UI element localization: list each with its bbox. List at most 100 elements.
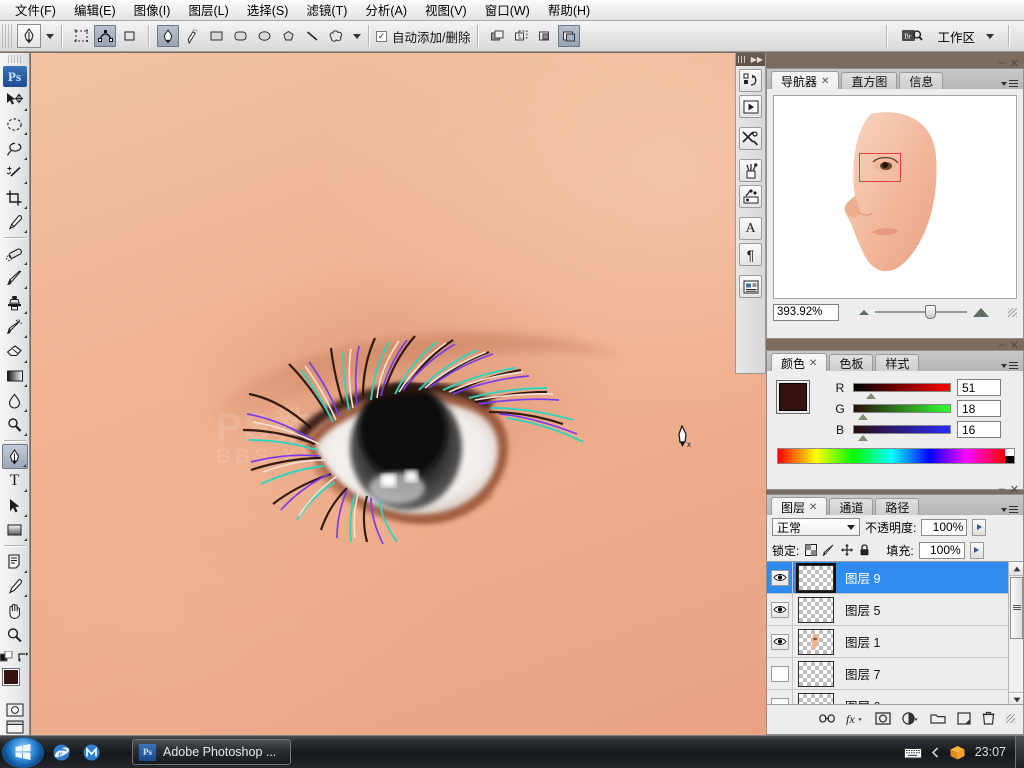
tool-history-brush[interactable] (2, 315, 28, 340)
menu-filter[interactable]: 滤镜(T) (297, 0, 356, 22)
show-desktop-button[interactable] (1015, 735, 1024, 768)
tab-info[interactable]: 信息 (899, 72, 944, 89)
table-row[interactable]: 图层 5 (767, 593, 1023, 626)
layer-thumbnail-cell[interactable] (793, 660, 839, 687)
lock-image-pixels-icon[interactable] (822, 544, 835, 557)
green-value-field[interactable]: 18 (957, 400, 1001, 417)
clone-source-panel-button[interactable] (739, 185, 762, 208)
minimize-icon[interactable]: – (999, 339, 1005, 352)
layer-thumbnail-cell[interactable] (793, 628, 839, 655)
minimize-icon[interactable]: – (999, 57, 1005, 70)
menu-view[interactable]: 视图(V) (416, 0, 476, 22)
tool-clone-stamp[interactable] (2, 290, 28, 315)
dock-header[interactable]: ▶▶ (736, 53, 765, 66)
tool-brush[interactable] (2, 266, 28, 291)
current-tool-preset-picker[interactable] (17, 24, 41, 48)
eye-icon-hidden[interactable] (770, 697, 789, 704)
auto-add-delete-checkbox[interactable]: ✓ 自动添加/删除 (376, 27, 470, 46)
close-icon[interactable]: ✕ (809, 358, 817, 369)
fill-field[interactable]: 100% (918, 541, 965, 559)
character-panel-button[interactable]: A (739, 217, 762, 240)
layer-thumbnail[interactable] (796, 562, 836, 593)
close-icon[interactable]: ✕ (809, 502, 817, 513)
quick-launch-maxthon[interactable] (78, 739, 104, 765)
layer-thumbnail-cell[interactable] (793, 596, 839, 623)
layer-visibility-cell[interactable] (767, 625, 793, 658)
keyboard-layout-icon[interactable] (903, 746, 922, 759)
menu-select[interactable]: 选择(S) (238, 0, 298, 22)
options-bar-grip[interactable] (2, 24, 14, 48)
tab-swatches[interactable]: 色板 (829, 354, 874, 371)
delete-layer-button[interactable] (982, 711, 995, 725)
scroll-up-button[interactable] (1009, 562, 1023, 576)
menu-analysis[interactable]: 分析(A) (356, 0, 416, 22)
toolbox-grip[interactable] (7, 55, 22, 63)
swap-colors-icon[interactable] (17, 651, 30, 664)
tool-eyedropper-secondary[interactable] (2, 574, 28, 599)
lock-all-icon[interactable] (858, 544, 871, 557)
tool-shape[interactable] (2, 518, 28, 543)
layer-thumbnail[interactable] (798, 660, 834, 687)
scrollbar-thumb[interactable] (1010, 577, 1023, 639)
layer-visibility-cell[interactable] (767, 657, 793, 690)
tool-blur[interactable] (2, 388, 28, 413)
quick-launch-internet-explorer[interactable]: e (48, 739, 74, 765)
close-icon[interactable]: ✕ (821, 76, 829, 87)
clock[interactable]: 23:07 (975, 745, 1006, 759)
expand-panels-chevron-icon[interactable]: ▶▶ (751, 55, 763, 64)
zoom-level-field[interactable]: 393.92% (773, 303, 839, 321)
layer-thumbnail[interactable] (798, 596, 834, 623)
start-button[interactable] (2, 736, 44, 768)
table-row[interactable]: 图层 6 (767, 689, 1023, 704)
tab-histogram[interactable]: 直方图 (841, 72, 898, 89)
taskbar-button-photoshop[interactable]: Ps Adobe Photoshop ... (132, 739, 292, 765)
freeform-pen-tool-button[interactable] (181, 25, 203, 47)
black-white-swatch[interactable] (1005, 449, 1014, 463)
close-icon[interactable]: ✕ (1010, 339, 1019, 352)
shape-options-chevron-down-icon[interactable] (353, 33, 361, 39)
layer-name[interactable]: 图层 7 (839, 664, 880, 683)
tool-hand[interactable] (2, 598, 28, 623)
actions-panel-button[interactable] (739, 95, 762, 118)
layer-thumbnail[interactable] (798, 692, 834, 704)
zoom-out-icon[interactable] (858, 309, 869, 315)
quick-mask-mode-button[interactable] (5, 702, 25, 719)
menu-edit[interactable]: 编辑(E) (65, 0, 125, 22)
tool-dodge[interactable] (2, 413, 28, 438)
lock-position-icon[interactable] (840, 544, 853, 557)
menu-help[interactable]: 帮助(H) (539, 0, 599, 22)
blue-slider[interactable] (853, 425, 951, 441)
navigator-thumbnail[interactable] (773, 95, 1017, 299)
link-layers-button[interactable] (819, 713, 835, 724)
eye-icon[interactable] (770, 633, 789, 650)
layer-name[interactable]: 图层 5 (839, 600, 880, 619)
tool-eraser[interactable] (2, 339, 28, 364)
close-icon[interactable]: ✕ (1010, 483, 1019, 496)
tray-app-icon[interactable] (949, 745, 966, 760)
layer-visibility-cell[interactable] (767, 593, 793, 626)
blue-slider-handle[interactable] (858, 435, 868, 441)
layer-visibility-cell[interactable] (767, 689, 793, 704)
tab-layers[interactable]: 图层 ✕ (771, 497, 828, 515)
menu-file[interactable]: 文件(F) (6, 0, 65, 22)
tab-navigator[interactable]: 导航器 ✕ (771, 71, 840, 89)
new-layer-button[interactable] (957, 711, 971, 725)
eye-icon-hidden[interactable] (770, 665, 789, 682)
show-hidden-icons-chevron[interactable] (931, 746, 940, 758)
opacity-slider-button[interactable] (972, 518, 987, 536)
layer-name[interactable]: 图层 1 (839, 632, 880, 651)
eye-icon[interactable] (770, 569, 789, 586)
subtract-from-path-area-button[interactable] (510, 25, 532, 47)
history-panel-button[interactable] (739, 69, 762, 92)
zoom-slider-track[interactable] (874, 305, 967, 319)
minimize-icon[interactable]: – (999, 483, 1005, 496)
layers-list[interactable]: 图层 9 图层 5 图层 1 图层 7 (767, 561, 1023, 705)
paragraph-panel-button[interactable]: ¶ (739, 243, 762, 266)
add-layer-mask-button[interactable] (875, 711, 891, 725)
red-value-field[interactable]: 51 (957, 379, 1001, 396)
tool-gradient[interactable] (2, 364, 28, 389)
tab-color[interactable]: 颜色 ✕ (771, 353, 828, 371)
green-slider[interactable] (853, 404, 951, 420)
add-to-path-area-button[interactable] (486, 25, 508, 47)
blue-value-field[interactable]: 16 (957, 421, 1001, 438)
